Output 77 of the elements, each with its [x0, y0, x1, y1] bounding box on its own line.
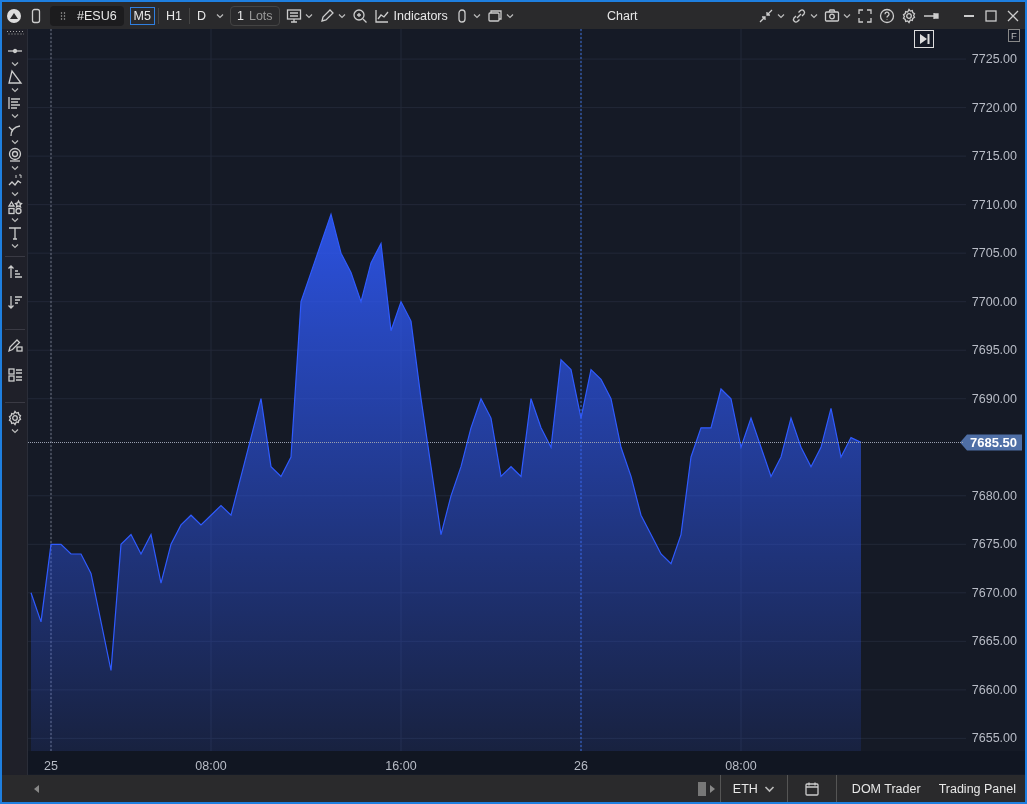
settings-icon[interactable] — [6, 410, 23, 426]
sort-down-icon[interactable] — [6, 294, 23, 310]
time-axis-label: 16:00 — [385, 759, 417, 773]
price-axis-label: 7680.00 — [971, 488, 1017, 503]
timeframe-tab[interactable]: M5 — [129, 6, 155, 25]
help-icon[interactable] — [879, 7, 895, 24]
time-axis-label: 08:00 — [195, 759, 227, 773]
settings-icon[interactable] — [901, 7, 917, 24]
calendar-icon[interactable] — [803, 780, 820, 797]
chevron-icon[interactable] — [763, 784, 775, 793]
maximize-icon[interactable] — [983, 7, 999, 24]
pencil-lock-icon[interactable] — [6, 337, 23, 353]
chevron-icon[interactable] — [10, 139, 19, 145]
line-chart-icon[interactable] — [373, 7, 390, 24]
link-icon[interactable] — [791, 7, 807, 24]
chevron-icon[interactable] — [777, 12, 785, 19]
camera-icon[interactable] — [824, 7, 840, 24]
price-axis-label: 7715.00 — [971, 149, 1017, 164]
chevron-icon[interactable] — [10, 61, 19, 67]
current-price-label: 7685.50 — [970, 434, 1017, 450]
logo-icon[interactable] — [6, 7, 22, 24]
price-axis-label: 7695.00 — [971, 343, 1017, 358]
chevron-icon[interactable] — [10, 428, 19, 434]
lots-field[interactable]: 1 Lots — [230, 5, 280, 26]
sort-up-icon[interactable] — [6, 264, 23, 280]
chevron-icon[interactable] — [10, 191, 19, 197]
chevron-icon[interactable] — [216, 12, 224, 19]
chevron-icon[interactable] — [10, 87, 19, 93]
price-axis-label: 7690.00 — [971, 391, 1017, 406]
zoom-in-icon[interactable] — [351, 7, 368, 24]
text-icon[interactable] — [6, 225, 23, 241]
shrink-icon[interactable] — [758, 7, 774, 24]
price-axis-label: 7665.00 — [971, 634, 1017, 649]
window-title: Chart — [607, 9, 638, 23]
price-axis-label: 7670.00 — [971, 585, 1017, 600]
price-axis-label: 7725.00 — [971, 52, 1017, 67]
triangle-icon[interactable] — [6, 69, 23, 85]
panel-button[interactable]: Trading Panel — [931, 781, 1023, 796]
fullscreen-icon[interactable] — [857, 7, 873, 24]
object-list-icon[interactable] — [6, 367, 23, 383]
price-axis-label: 7660.00 — [971, 682, 1017, 697]
skip-end-icon — [918, 33, 930, 45]
chevron-icon[interactable] — [10, 217, 19, 223]
session-selector[interactable]: ETH — [719, 775, 787, 802]
chevron-icon[interactable] — [505, 12, 514, 19]
shapes-icon[interactable] — [6, 199, 23, 215]
price-axis-label: 7700.00 — [971, 294, 1017, 309]
panel-button[interactable]: DOM Trader — [844, 781, 928, 796]
timeframe-tab[interactable]: D — [192, 6, 210, 25]
price-axis-label: 7720.00 — [971, 100, 1017, 115]
chevron-icon[interactable] — [10, 165, 19, 171]
time-axis-label: 25 — [44, 759, 58, 773]
chevron-icon[interactable] — [810, 12, 818, 19]
windows-icon[interactable] — [486, 7, 503, 24]
scroll-right-icon[interactable] — [709, 784, 716, 793]
price-axis-label: 7675.00 — [971, 537, 1017, 552]
price-axis-label: 7710.00 — [971, 197, 1017, 212]
indicators-button[interactable]: Indicators — [373, 7, 448, 24]
chevron-icon[interactable] — [10, 243, 19, 249]
pencil-icon[interactable] — [318, 7, 335, 24]
monitor-icon[interactable] — [285, 7, 302, 24]
chevron-icon[interactable] — [843, 12, 851, 19]
symbol-name: #ESU6 — [77, 8, 117, 23]
time-axis-label: 08:00 — [725, 759, 757, 773]
chevron-icon[interactable] — [10, 113, 19, 119]
chevron-icon[interactable] — [472, 12, 481, 19]
scroll-thumb[interactable] — [697, 781, 706, 796]
scroll-to-end-button[interactable] — [914, 30, 934, 48]
price-axis-label: 7655.00 — [971, 731, 1017, 746]
symbol-selector[interactable]: #ESU6 — [50, 5, 124, 26]
scroll-left-icon[interactable] — [34, 784, 40, 793]
timeframe-tab[interactable]: H1 — [162, 6, 186, 25]
price-axis-label: 7705.00 — [971, 246, 1017, 261]
time-axis-label: 26 — [574, 759, 588, 773]
chevron-icon[interactable] — [304, 12, 313, 19]
badge[interactable]: F — [1008, 29, 1020, 42]
chevron-icon[interactable] — [337, 12, 346, 19]
